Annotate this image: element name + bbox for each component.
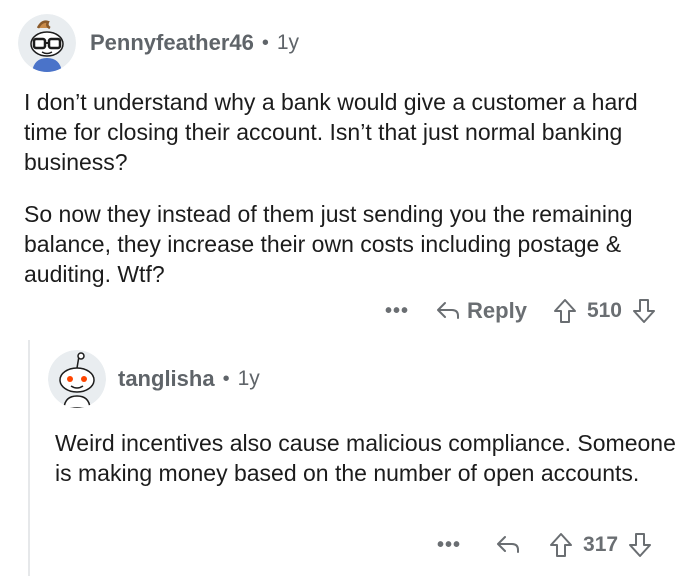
- username[interactable]: tanglisha: [118, 366, 215, 392]
- reply-label: Reply: [467, 298, 527, 323]
- vote-score: 317: [583, 533, 619, 556]
- upvote-button[interactable]: [549, 532, 573, 558]
- comment-paragraph: I don’t understand why a bank would give…: [24, 89, 638, 175]
- more-options-button[interactable]: •••: [385, 300, 409, 323]
- comment-actions: ••• 317: [437, 530, 652, 560]
- meta-separator: •: [261, 31, 269, 54]
- snoo-glasses-avatar-icon: [18, 14, 76, 72]
- user-avatar[interactable]: [48, 350, 106, 408]
- meta-separator: •: [222, 367, 230, 390]
- downvote-arrow-icon: [629, 533, 652, 557]
- snoo-default-avatar-icon: [48, 350, 106, 408]
- comment-body: Weird incentives also cause malicious co…: [55, 428, 685, 488]
- thread-line: [28, 340, 30, 576]
- upvote-arrow-icon: [553, 299, 576, 323]
- comment-header: Pennyfeather46 • 1y: [18, 14, 299, 72]
- comment-age: 1y: [276, 31, 300, 54]
- downvote-button[interactable]: [628, 532, 652, 558]
- vote-score: 510: [586, 299, 622, 322]
- reply-button[interactable]: Reply: [435, 298, 527, 324]
- comment-paragraph: So now they instead of them just sending…: [24, 201, 633, 287]
- user-avatar[interactable]: [18, 14, 76, 72]
- comment-age: 1y: [237, 367, 260, 390]
- comment-header: tanglisha • 1y: [48, 350, 260, 408]
- upvote-arrow-icon: [550, 533, 573, 557]
- reply-arrow-icon: [437, 302, 460, 319]
- reply-button[interactable]: [495, 534, 521, 556]
- username[interactable]: Pennyfeather46: [90, 30, 254, 56]
- comment-body: I don’t understand why a bank would give…: [24, 87, 684, 289]
- comment-actions: ••• Reply 510: [385, 296, 656, 326]
- upvote-button[interactable]: [553, 298, 577, 324]
- comment-paragraph: Weird incentives also cause malicious co…: [55, 430, 676, 486]
- reply-arrow-icon: [497, 536, 520, 553]
- downvote-button[interactable]: [632, 298, 656, 324]
- downvote-arrow-icon: [632, 299, 655, 323]
- more-options-button[interactable]: •••: [437, 534, 461, 557]
